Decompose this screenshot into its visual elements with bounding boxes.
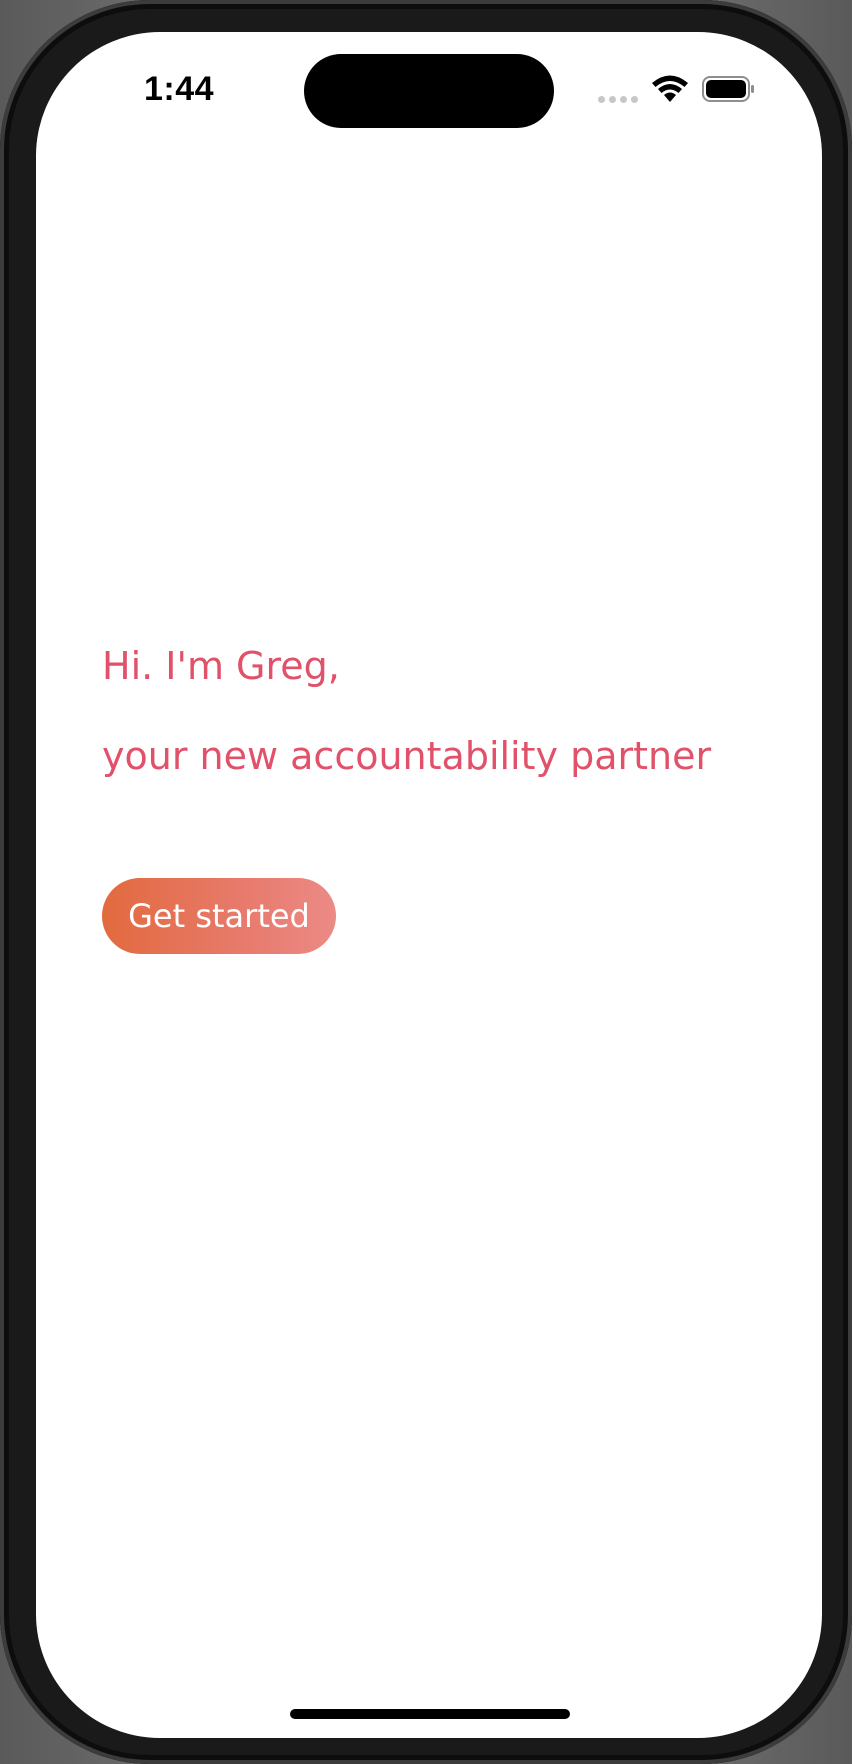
cellular-signal-icon xyxy=(598,94,638,104)
battery-icon xyxy=(702,76,754,102)
status-time: 1:44 xyxy=(144,70,215,108)
greeting-subtitle: your new accountability partner xyxy=(102,734,712,778)
wifi-icon xyxy=(652,75,688,102)
home-indicator[interactable] xyxy=(290,1709,570,1719)
get-started-button[interactable]: Get started xyxy=(102,878,336,954)
greeting-title: Hi. I'm Greg, xyxy=(102,644,340,688)
app-screen: 1:44 Hi. I'm Greg, your new accountabili… xyxy=(36,32,822,1738)
phone-frame: 1:44 Hi. I'm Greg, your new accountabili… xyxy=(0,0,852,1764)
dynamic-island xyxy=(304,54,554,128)
